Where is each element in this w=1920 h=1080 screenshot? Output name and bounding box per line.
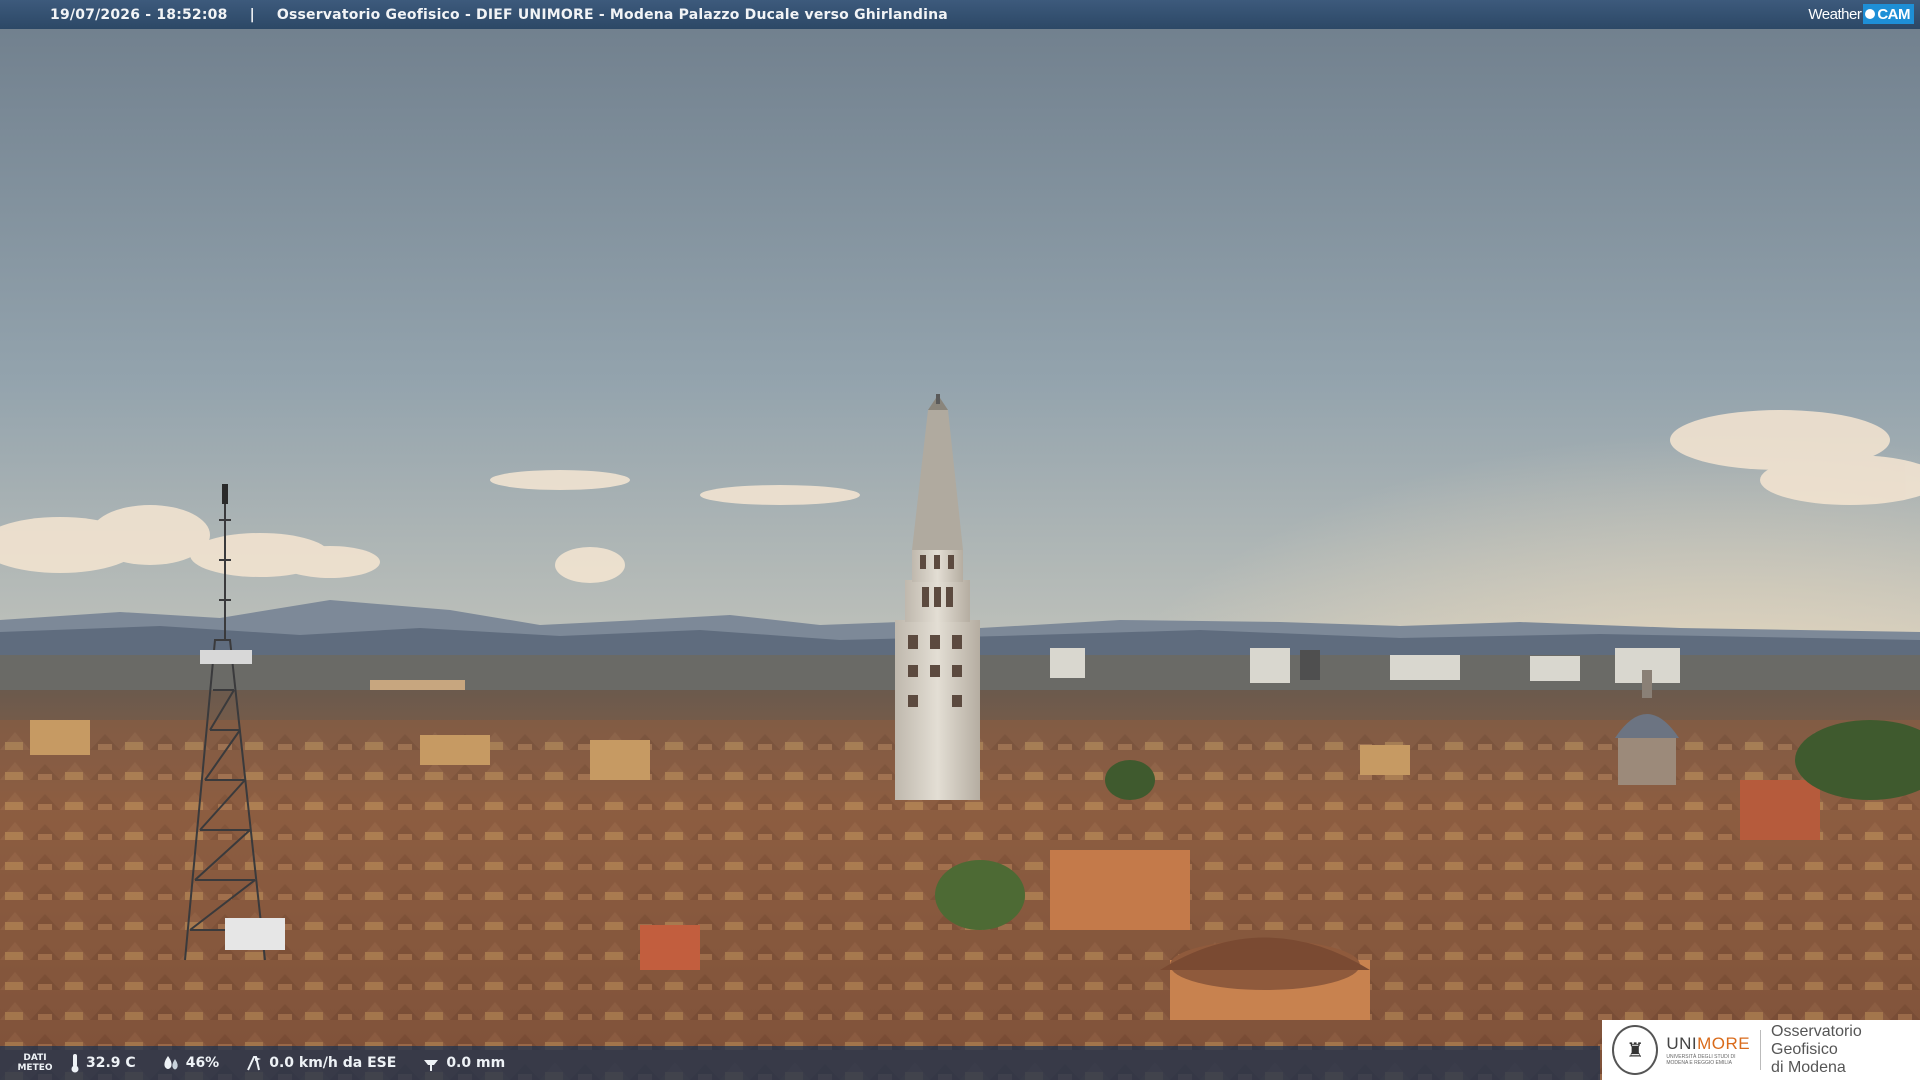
camera-dot-icon xyxy=(1865,9,1876,19)
webcam-scene xyxy=(0,0,1920,1080)
temperature-value: 32.9 C xyxy=(86,1055,136,1071)
brand-weather: Weather xyxy=(1808,5,1862,23)
university-seal-icon: ♜ xyxy=(1612,1025,1659,1075)
observatory-line2: di Modena xyxy=(1771,1059,1846,1076)
meteo-label: DATI METEO xyxy=(0,1053,70,1073)
unimore-prefix: UNI xyxy=(1666,1034,1698,1053)
observatory-name: Osservatorio Geofisico di Modena xyxy=(1771,1023,1920,1077)
rain-gauge-icon xyxy=(424,1060,439,1071)
brand-cam: CAM xyxy=(1877,5,1910,23)
rain-value: 0.0 mm xyxy=(446,1055,506,1071)
unimore-wordmark: UNIMORE UNIVERSITÀ DEGLI STUDI DI MODENA… xyxy=(1666,1034,1750,1066)
unimore-sub-line2: MODENA E REGGIO EMILIA xyxy=(1666,1060,1732,1066)
brand-cam-box: CAM xyxy=(1863,4,1914,24)
meteo-bar: DATI METEO 32.9 C 46% 0.0 km/h da ESE 0.… xyxy=(0,1046,1600,1080)
timestamp: 19/07/2026 - 18:52:08 xyxy=(50,6,228,23)
temperature-item: 32.9 C xyxy=(70,1053,136,1073)
meteo-label-line1: DATI xyxy=(23,1053,47,1063)
logo-divider xyxy=(1760,1030,1762,1070)
wind-item: 0.0 km/h da ESE xyxy=(245,1054,396,1072)
meteo-label-line2: METEO xyxy=(17,1063,53,1073)
thermometer-icon xyxy=(71,1054,79,1073)
humidity-value: 46% xyxy=(185,1055,220,1071)
camera-title: Osservatorio Geofisico - DIEF UNIMORE - … xyxy=(276,6,948,23)
rain-item: 0.0 mm xyxy=(422,1054,505,1072)
humidity-item: 46% xyxy=(162,1054,220,1072)
observatory-line1: Osservatorio Geofisico xyxy=(1771,1023,1862,1058)
weathercam-logo: Weather CAM xyxy=(1808,2,1914,26)
unimore-suffix: MORE xyxy=(1697,1034,1751,1053)
header-bar: 19/07/2026 - 18:52:08 | Osservatorio Geo… xyxy=(0,0,1920,29)
header-separator: | xyxy=(249,6,255,23)
unimore-name: UNIMORE xyxy=(1666,1034,1750,1054)
wind-vane-icon xyxy=(247,1056,262,1071)
humidity-drops-icon xyxy=(164,1056,178,1070)
wind-value: 0.0 km/h da ESE xyxy=(269,1055,397,1071)
unimore-logo: ♜ UNIMORE UNIVERSITÀ DEGLI STUDI DI MODE… xyxy=(1602,1020,1920,1080)
